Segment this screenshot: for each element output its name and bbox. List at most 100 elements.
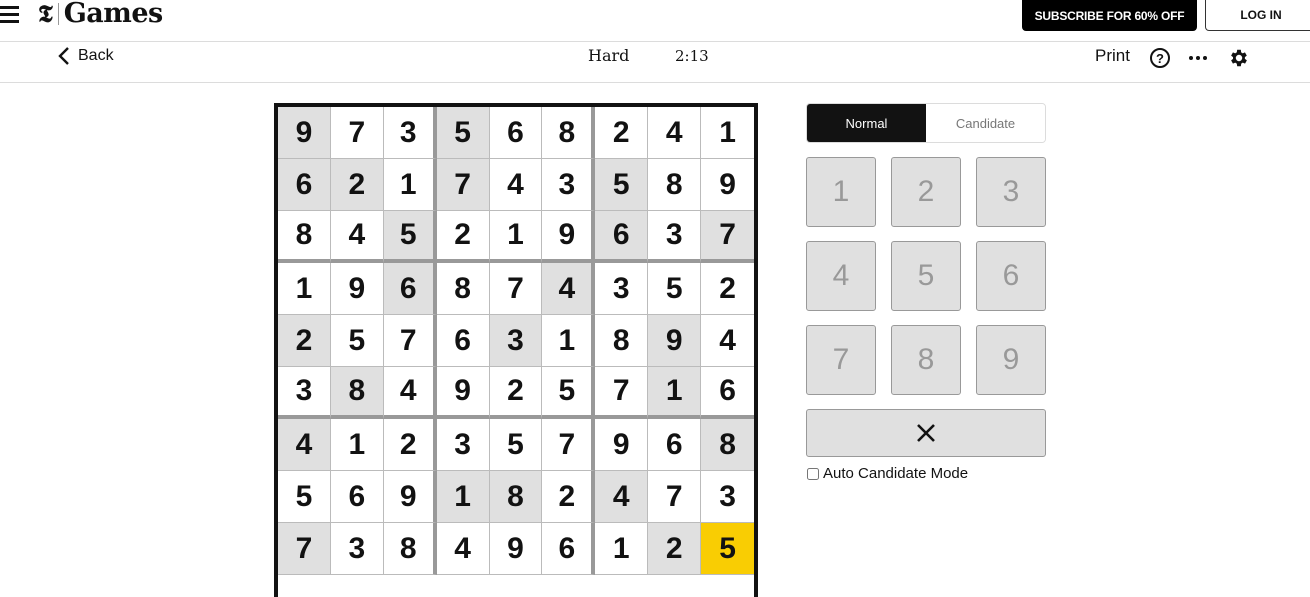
sudoku-cell[interactable]: 5 (542, 367, 596, 419)
sudoku-cell[interactable]: 6 (489, 107, 543, 159)
number-button-9[interactable]: 9 (976, 325, 1046, 395)
sudoku-cell[interactable]: 4 (489, 159, 543, 211)
sudoku-cell[interactable]: 8 (648, 159, 702, 211)
back-button[interactable]: Back (58, 44, 114, 68)
sudoku-cell[interactable]: 6 (542, 523, 596, 575)
sudoku-cell[interactable]: 3 (383, 107, 437, 159)
number-button-8[interactable]: 8 (891, 325, 961, 395)
sudoku-cell[interactable]: 7 (436, 159, 490, 211)
sudoku-cell[interactable]: 3 (278, 367, 331, 419)
sudoku-cell[interactable]: 4 (595, 471, 649, 523)
sudoku-cell[interactable]: 7 (701, 211, 754, 263)
sudoku-cell[interactable]: 9 (436, 367, 490, 419)
sudoku-cell[interactable]: 1 (701, 107, 754, 159)
number-button-4[interactable]: 4 (806, 241, 876, 311)
sudoku-cell[interactable]: 5 (595, 159, 649, 211)
sudoku-cell[interactable]: 6 (278, 159, 331, 211)
sudoku-cell[interactable]: 3 (330, 523, 384, 575)
sudoku-cell[interactable]: 3 (595, 263, 649, 315)
sudoku-cell[interactable]: 2 (330, 159, 384, 211)
sudoku-cell[interactable]: 8 (542, 107, 596, 159)
sudoku-cell[interactable]: 9 (489, 523, 543, 575)
login-button[interactable]: LOG IN (1205, 0, 1310, 31)
sudoku-cell[interactable]: 8 (436, 263, 490, 315)
sudoku-cell[interactable]: 1 (330, 419, 384, 471)
sudoku-cell[interactable]: 1 (595, 523, 649, 575)
mode-candidate-button[interactable]: Candidate (926, 104, 1045, 142)
number-button-1[interactable]: 1 (806, 157, 876, 227)
print-button[interactable]: Print (1095, 46, 1130, 66)
menu-icon[interactable] (0, 6, 20, 24)
sudoku-cell[interactable]: 4 (436, 523, 490, 575)
sudoku-cell[interactable]: 1 (278, 263, 331, 315)
sudoku-cell[interactable]: 5 (330, 315, 384, 367)
sudoku-cell[interactable]: 2 (648, 523, 702, 575)
timer[interactable]: 2:13 (675, 47, 709, 65)
sudoku-cell[interactable]: 9 (330, 263, 384, 315)
sudoku-cell[interactable]: 5 (278, 471, 331, 523)
sudoku-cell[interactable]: 7 (278, 523, 331, 575)
sudoku-cell[interactable]: 8 (701, 419, 754, 471)
sudoku-cell[interactable]: 1 (648, 367, 702, 419)
sudoku-cell[interactable]: 8 (278, 211, 331, 263)
sudoku-cell[interactable]: 5 (436, 107, 490, 159)
sudoku-cell[interactable]: 2 (701, 263, 754, 315)
gear-icon[interactable] (1228, 47, 1250, 74)
sudoku-cell[interactable]: 6 (701, 367, 754, 419)
erase-button[interactable] (806, 409, 1046, 457)
sudoku-cell[interactable]: 3 (436, 419, 490, 471)
sudoku-cell[interactable]: 4 (330, 211, 384, 263)
sudoku-cell[interactable]: 9 (648, 315, 702, 367)
sudoku-cell[interactable]: 3 (701, 471, 754, 523)
sudoku-cell[interactable]: 7 (330, 107, 384, 159)
subscribe-button[interactable]: SUBSCRIBE FOR 60% OFF (1022, 0, 1197, 31)
sudoku-cell[interactable]: 6 (330, 471, 384, 523)
auto-candidate-option[interactable]: Auto Candidate Mode (806, 465, 1046, 482)
sudoku-cell[interactable]: 2 (489, 367, 543, 419)
sudoku-cell[interactable]: 7 (648, 471, 702, 523)
sudoku-cell[interactable]: 4 (383, 367, 437, 419)
sudoku-cell[interactable]: 7 (383, 315, 437, 367)
sudoku-cell[interactable]: 7 (542, 419, 596, 471)
number-button-3[interactable]: 3 (976, 157, 1046, 227)
sudoku-cell[interactable]: 6 (436, 315, 490, 367)
sudoku-cell[interactable]: 9 (278, 107, 331, 159)
sudoku-cell[interactable]: 1 (542, 315, 596, 367)
number-button-7[interactable]: 7 (806, 325, 876, 395)
sudoku-cell[interactable]: 5 (489, 419, 543, 471)
sudoku-cell[interactable]: 8 (595, 315, 649, 367)
sudoku-cell[interactable]: 3 (489, 315, 543, 367)
sudoku-cell[interactable]: 7 (489, 263, 543, 315)
sudoku-cell[interactable]: 4 (648, 107, 702, 159)
sudoku-cell[interactable]: 6 (595, 211, 649, 263)
sudoku-cell[interactable]: 1 (383, 159, 437, 211)
number-button-2[interactable]: 2 (891, 157, 961, 227)
sudoku-cell[interactable]: 8 (383, 523, 437, 575)
sudoku-cell[interactable]: 9 (383, 471, 437, 523)
sudoku-cell[interactable]: 9 (701, 159, 754, 211)
sudoku-cell[interactable]: 5 (383, 211, 437, 263)
number-button-6[interactable]: 6 (976, 241, 1046, 311)
sudoku-cell[interactable]: 8 (330, 367, 384, 419)
nyt-games-logo[interactable]: 𝕿 Games (38, 0, 163, 28)
help-icon[interactable]: ? (1150, 48, 1170, 68)
sudoku-cell[interactable]: 4 (278, 419, 331, 471)
auto-candidate-checkbox[interactable] (807, 467, 819, 480)
more-options-icon[interactable] (1189, 56, 1207, 60)
sudoku-cell[interactable]: 2 (595, 107, 649, 159)
sudoku-cell[interactable]: 9 (595, 419, 649, 471)
sudoku-cell[interactable]: 2 (278, 315, 331, 367)
sudoku-cell[interactable]: 5 (648, 263, 702, 315)
sudoku-cell[interactable]: 8 (489, 471, 543, 523)
sudoku-cell[interactable]: 6 (383, 263, 437, 315)
sudoku-cell[interactable]: 1 (489, 211, 543, 263)
sudoku-cell[interactable]: 5 (701, 523, 754, 575)
number-button-5[interactable]: 5 (891, 241, 961, 311)
mode-normal-button[interactable]: Normal (807, 104, 926, 142)
sudoku-cell[interactable]: 3 (542, 159, 596, 211)
sudoku-cell[interactable]: 4 (542, 263, 596, 315)
sudoku-cell[interactable]: 6 (648, 419, 702, 471)
sudoku-cell[interactable]: 2 (542, 471, 596, 523)
sudoku-cell[interactable]: 2 (383, 419, 437, 471)
sudoku-cell[interactable]: 2 (436, 211, 490, 263)
